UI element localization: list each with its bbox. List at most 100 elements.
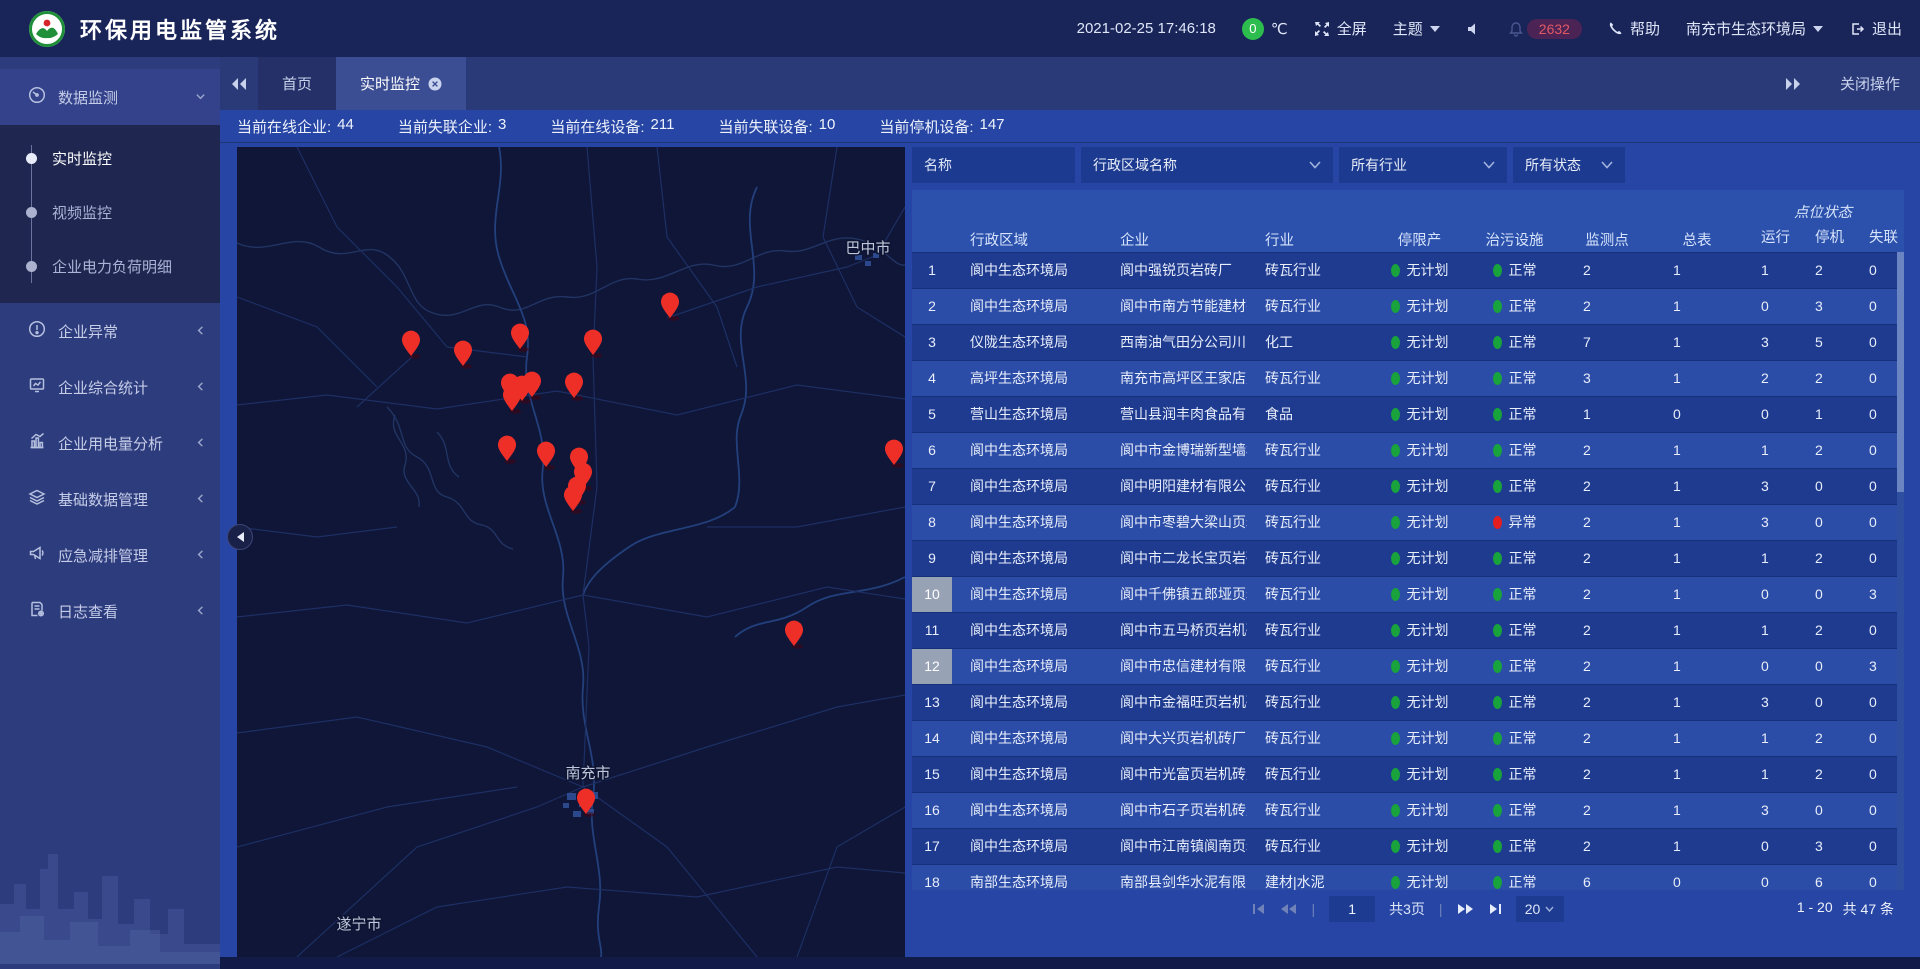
gauge-icon [28,86,46,108]
fullscreen-button[interactable]: 全屏 [1314,18,1367,39]
table-row[interactable]: 13阆中生态环境局阆中市金福旺页岩机砖砖瓦行业无计划正常21300 [912,684,1904,720]
name-filter-input[interactable] [912,147,1075,183]
table-row[interactable]: 3仪陇生态环境局西南油气田分公司川中化工无计划正常71350 [912,324,1904,360]
table-row[interactable]: 11阆中生态环境局阆中市五马桥页岩机砖砖瓦行业无计划正常21120 [912,612,1904,648]
status-label: 当前失联企业: [398,116,492,137]
table-header: 行政区域 企业 行业 停限产 治污设施 监测点 总表 点位状态 [912,190,1904,252]
table-row[interactable]: 2阆中生态环境局阆中市南方节能建材有砖瓦行业无计划正常21030 [912,288,1904,324]
pagination-bar: | 共3页 | 20 [912,890,1904,928]
row-index: 18 [912,864,952,890]
cell-meter: 1 [1652,720,1742,756]
last-page-button[interactable] [1488,903,1502,915]
notification-count-badge: 2632 [1527,19,1582,39]
cell-company: 阆中市石子页岩机砖厂 [1102,792,1247,828]
tab-bar: 首页 实时监控 关闭操作 [220,57,1920,110]
page-number-input[interactable] [1329,896,1375,922]
sidebar-item-enterprise-statistics[interactable]: 企业综合统计 [0,359,220,415]
col-header-region: 行政区域 [952,190,1102,252]
cell-region: 阆中生态环境局 [952,576,1102,612]
status-filter-dropdown[interactable]: 所有状态 [1513,147,1625,183]
tabs-scroll-left-button[interactable] [220,57,258,110]
region-filter-dropdown[interactable]: 行政区域名称 [1081,147,1333,183]
table-scrollbar-thumb[interactable] [1897,252,1904,492]
map-canvas[interactable]: 巴中市南充市遂宁市 [237,147,905,957]
notification-area[interactable]: 2632 [1508,19,1582,39]
speaker-icon [1466,21,1482,37]
cell-lost: 3 [1850,648,1904,684]
cell-stop-status: 无计划 [1372,576,1467,612]
region-filter-value: 行政区域名称 [1093,155,1177,175]
theme-dropdown[interactable]: 主题 [1393,18,1440,39]
industry-filter-dropdown[interactable]: 所有行业 [1339,147,1507,183]
next-page-button[interactable] [1457,903,1474,915]
col-header-stop: 停限产 [1372,190,1467,252]
status-dot-icon [1493,480,1502,493]
prev-page-button[interactable] [1280,903,1297,915]
map-city-label: 南充市 [565,765,610,782]
cell-region: 阆中生态环境局 [952,684,1102,720]
row-index: 17 [912,828,952,864]
status-dot-icon [1391,372,1400,385]
help-button[interactable]: 帮助 [1608,18,1660,39]
sidebar-item-enterprise-abnormal[interactable]: 企业异常 [0,303,220,359]
cell-facility-status: 正常 [1467,756,1562,792]
sidebar-item-emergency-reduction[interactable]: 应急减排管理 [0,527,220,583]
sidebar-item-data-monitoring[interactable]: 数据监测 [0,69,220,125]
cell-lost: 0 [1850,504,1904,540]
status-dot-icon [1493,876,1502,889]
sidebar-item-realtime-monitoring[interactable]: 实时监控 [0,131,220,185]
cell-lost: 0 [1850,324,1904,360]
cell-company: 阆中市光富页岩机砖厂 [1102,756,1247,792]
table-row[interactable]: 9阆中生态环境局阆中市二龙长宝页岩砖砖瓦行业无计划正常21120 [912,540,1904,576]
cell-region: 阆中生态环境局 [952,612,1102,648]
table-row[interactable]: 7阆中生态环境局阆中明阳建材有限公司砖瓦行业无计划正常21300 [912,468,1904,504]
tab-realtime-monitoring[interactable]: 实时监控 [336,57,466,110]
status-dot-icon [1493,696,1502,709]
cell-industry: 砖瓦行业 [1247,828,1372,864]
tab-close-icon[interactable] [428,77,442,91]
table-row[interactable]: 5营山生态环境局营山县润丰肉食品有限食品无计划正常10010 [912,396,1904,432]
table-row[interactable]: 4高坪生态环境局南充市高坪区王家店建砖瓦行业无计划正常31220 [912,360,1904,396]
close-operations-button[interactable]: 关闭操作 [1834,72,1906,95]
first-page-button[interactable] [1252,903,1266,915]
cell-company: 阆中市枣碧大梁山页岩 [1102,504,1247,540]
sidebar-item-power-analysis[interactable]: 企业用电量分析 [0,415,220,471]
cell-run: 1 [1742,540,1796,576]
status-dot-icon [1493,516,1502,529]
status-dot-icon [1493,372,1502,385]
table-scrollbar-track[interactable] [1897,252,1904,890]
cell-company: 阆中市忠信建材有限公 [1102,648,1247,684]
page-size-select[interactable]: 20 [1516,896,1564,922]
map-collapse-button[interactable] [227,524,253,550]
sidebar-item-log-view[interactable]: 日志查看 [0,583,220,639]
cell-lost: 0 [1850,288,1904,324]
table-row[interactable]: 6阆中生态环境局阆中市金博瑞新型墙材砖瓦行业无计划正常21120 [912,432,1904,468]
cell-company: 阆中市二龙长宝页岩砖 [1102,540,1247,576]
cell-points: 2 [1562,756,1652,792]
table-row[interactable]: 14阆中生态环境局阆中大兴页岩机砖厂砖瓦行业无计划正常21120 [912,720,1904,756]
org-dropdown[interactable]: 南充市生态环境局 [1686,18,1823,39]
sidebar-item-power-load-detail[interactable]: 企业电力负荷明细 [0,239,220,293]
table-panel: 行政区域名称 所有行业 所有状态 [912,147,1904,957]
table-row[interactable]: 1阆中生态环境局阆中强锐页岩砖厂砖瓦行业无计划正常21120 [912,252,1904,288]
status-value: 10 [819,116,836,137]
cell-down: 2 [1796,612,1850,648]
status-dot-icon [1493,264,1502,277]
table-row[interactable]: 10阆中生态环境局阆中千佛镇五郎垭页岩砖瓦行业无计划正常21003 [912,576,1904,612]
exit-button[interactable]: 退出 [1849,18,1902,39]
table-row[interactable]: 8阆中生态环境局阆中市枣碧大梁山页岩砖瓦行业无计划异常21300 [912,504,1904,540]
chevron-left-icon [195,435,206,452]
table-row[interactable]: 12阆中生态环境局阆中市忠信建材有限公砖瓦行业无计划正常21003 [912,648,1904,684]
tab-home[interactable]: 首页 [258,57,336,110]
table-row[interactable]: 17阆中生态环境局阆中市江南镇阆南页岩砖瓦行业无计划正常21030 [912,828,1904,864]
sidebar-item-video-monitoring[interactable]: 视频监控 [0,185,220,239]
table-row[interactable]: 16阆中生态环境局阆中市石子页岩机砖厂砖瓦行业无计划正常21300 [912,792,1904,828]
sidebar-item-base-data[interactable]: 基础数据管理 [0,471,220,527]
cell-facility-status: 异常 [1467,504,1562,540]
status-dot-icon [1493,588,1502,601]
volume-button[interactable] [1466,21,1482,37]
table-row[interactable]: 15阆中生态环境局阆中市光富页岩机砖厂砖瓦行业无计划正常21120 [912,756,1904,792]
tabs-scroll-right-button[interactable] [1774,77,1812,91]
table-row[interactable]: 18南部生态环境局南部县剑华水泥有限公建材|水泥无计划正常60060 [912,864,1904,890]
cell-down: 2 [1796,432,1850,468]
